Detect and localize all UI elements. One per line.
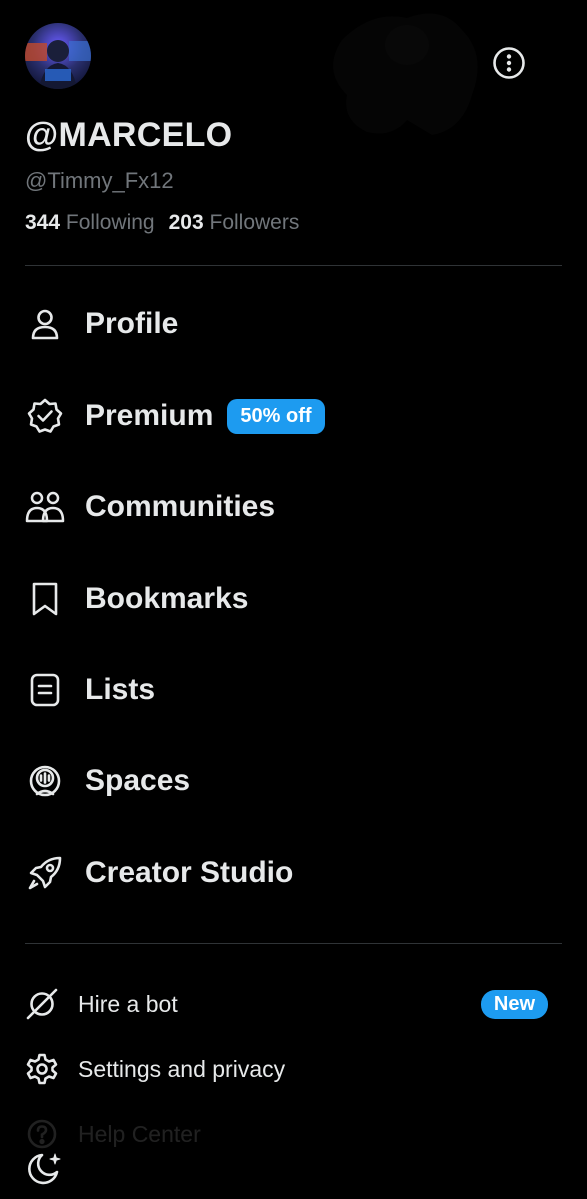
divider [25, 943, 562, 944]
new-badge: New [480, 989, 548, 1019]
menu-item-spaces[interactable]: Spaces [25, 751, 190, 811]
grok-icon [25, 987, 59, 1021]
help-icon [25, 1117, 59, 1151]
menu-item-settings[interactable]: Settings and privacy [25, 1047, 548, 1091]
menu-item-help-center[interactable]: Help Center [25, 1112, 548, 1156]
background-illustration [312, 0, 492, 140]
menu-label: Hire a bot [78, 990, 178, 1017]
menu-label: Lists [85, 673, 156, 706]
menu-item-lists[interactable]: Lists [25, 660, 155, 720]
menu-label: Premium [85, 399, 214, 432]
menu-item-premium[interactable]: Premium 50% off [25, 386, 325, 446]
menu-item-creator-studio[interactable]: Creator Studio [25, 843, 293, 903]
menu-item-hire-a-bot[interactable]: Hire a bot New [25, 982, 548, 1026]
menu-item-profile[interactable]: Profile [25, 294, 178, 354]
followers-label: Followers [209, 211, 300, 234]
spaces-icon [25, 761, 65, 801]
following-count: 344 [25, 211, 61, 234]
menu-label: Creator Studio [85, 856, 294, 889]
more-options-button[interactable] [491, 45, 527, 81]
avatar[interactable] [25, 23, 91, 89]
discount-badge: 50% off [227, 398, 325, 434]
followers-count: 203 [168, 211, 204, 234]
following-link[interactable]: 344 Following [25, 211, 155, 235]
communities-icon [25, 487, 65, 527]
verified-badge-icon [25, 396, 65, 436]
menu-label: Help Center [78, 1120, 201, 1147]
menu-label: Spaces [85, 764, 191, 797]
follow-stats: 344 Following 203 Followers [25, 211, 299, 235]
gear-icon [25, 1052, 59, 1086]
user-handle: @Timmy_Fx12 [25, 168, 174, 193]
more-vertical-icon [493, 47, 525, 79]
moon-icon [28, 1153, 61, 1185]
following-label: Following [65, 211, 155, 234]
rocket-icon [25, 853, 65, 893]
display-name[interactable]: @MARCELO [25, 116, 232, 155]
followers-link[interactable]: 203 Followers [169, 211, 300, 235]
divider [25, 265, 562, 266]
menu-label: Profile [85, 307, 179, 340]
menu-label: Bookmarks [85, 582, 249, 615]
bookmark-icon [25, 579, 65, 619]
list-icon [25, 670, 65, 710]
theme-toggle-button[interactable] [25, 1150, 63, 1188]
menu-item-bookmarks[interactable]: Bookmarks [25, 569, 248, 629]
menu-label: Communities [85, 490, 276, 523]
menu-label: Settings and privacy [78, 1055, 286, 1082]
person-icon [25, 304, 65, 344]
menu-item-communities[interactable]: Communities [25, 477, 275, 537]
